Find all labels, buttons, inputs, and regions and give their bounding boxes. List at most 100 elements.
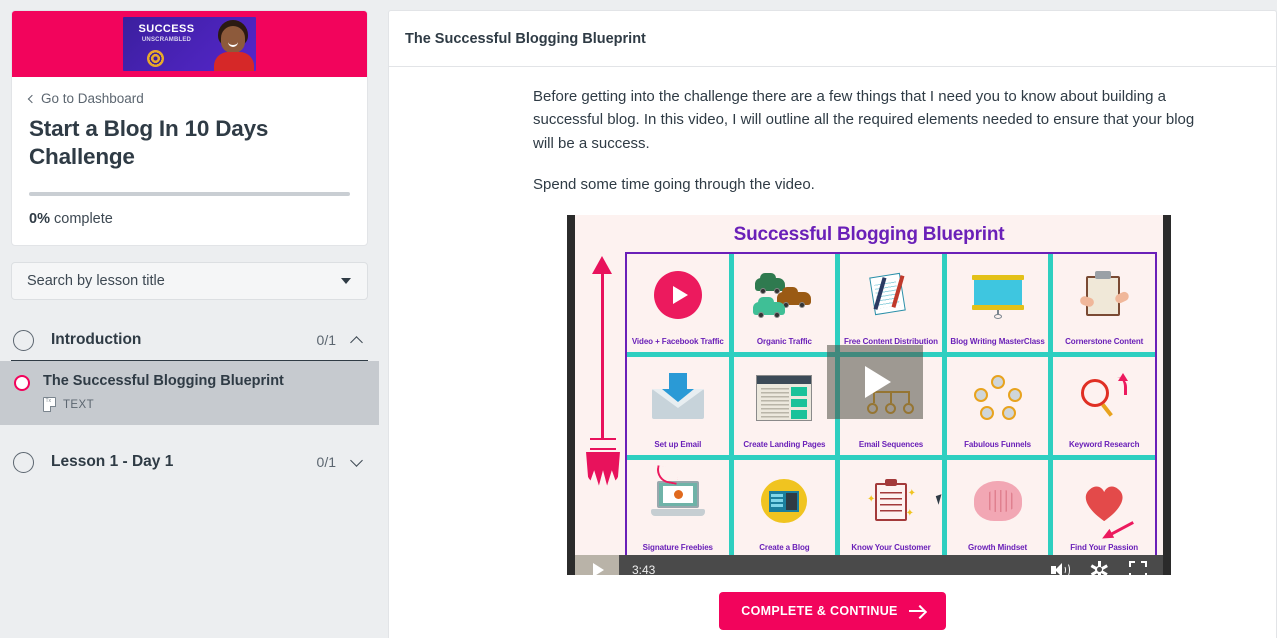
go-to-dashboard-link[interactable]: Go to Dashboard — [27, 91, 350, 106]
video-controls: 3:43 — [575, 554, 1163, 575]
browser-window-icon — [734, 357, 836, 440]
projector-screen-icon — [947, 254, 1049, 337]
laptop-icon — [627, 460, 729, 543]
video-time: 3:43 — [632, 562, 656, 575]
blueprint-cell: Create Landing Pages — [733, 356, 836, 455]
blueprint-cell: Video + Facebook Traffic — [627, 253, 729, 352]
heart-icon — [1053, 460, 1155, 543]
lesson-header: The Successful Blogging Blueprint — [389, 11, 1276, 67]
video-player[interactable]: Successful Blogging Blueprint Video + Fa… — [567, 214, 1171, 575]
sidebar-lesson-the-successful-blogging-blueprint[interactable]: The Successful Blogging Blueprint TEXT — [0, 360, 379, 426]
complete-button-label: COMPLETE & CONTINUE — [741, 604, 898, 618]
section-status-circle-icon — [13, 451, 34, 473]
lesson-text: Before getting into the challenge there … — [389, 85, 1276, 197]
cell-label: Cornerstone Content — [1065, 336, 1144, 346]
blueprint-cell: Set up Email — [627, 356, 729, 455]
lesson-meta: TEXT — [43, 397, 369, 413]
blueprint-cell: Free Content Distribution — [840, 253, 942, 352]
course-title: Start a Blog In 10 Days Challenge — [29, 116, 269, 170]
lesson-type-label: TEXT — [63, 398, 94, 411]
section-title: Introduction — [51, 331, 142, 349]
cars-icon — [734, 254, 836, 337]
brand-banner: SUCCESS UNSCRAMBLED — [12, 11, 367, 77]
cell-label: Video + Facebook Traffic — [631, 336, 724, 346]
volume-icon[interactable] — [1051, 561, 1070, 575]
course-card: SUCCESS UNSCRAMBLED Go to Dashboard Star… — [11, 10, 368, 246]
blueprint-cell: Find Your Passion — [1053, 459, 1155, 555]
logo-text-block: SUCCESS UNSCRAMBLED — [123, 17, 210, 71]
blueprint-cell: Organic Traffic — [733, 253, 836, 352]
cell-label: Know Your Customer — [851, 542, 931, 552]
lesson-card: The Successful Blogging Blueprint Before… — [388, 10, 1277, 638]
progress-percent: 0% — [29, 210, 50, 227]
section-status-circle-icon — [13, 329, 34, 351]
network-people-icon — [947, 357, 1049, 440]
complete-and-continue-button[interactable]: COMPLETE & CONTINUE — [719, 592, 946, 630]
blueprint-cell: Create a Blog — [733, 459, 836, 555]
course-card-body: Go to Dashboard Start a Blog In 10 Days … — [12, 77, 367, 245]
cell-label: Signature Freebies — [642, 542, 713, 552]
progress-bar — [29, 191, 350, 196]
cell-label: Email Sequences — [858, 439, 924, 449]
play-circle-icon — [627, 254, 729, 337]
blueprint-row: Video + Facebook Traffic Organic Traffic… — [627, 253, 1155, 352]
progress-complete-word: complete — [54, 210, 113, 227]
cell-label: Keyword Research — [1068, 439, 1140, 449]
go-to-dashboard-label: Go to Dashboard — [41, 91, 144, 106]
success-unscrambled-logo: SUCCESS UNSCRAMBLED — [123, 17, 256, 71]
play-button[interactable] — [575, 554, 619, 575]
blueprint-cell: Blog Writing MasterClass — [946, 253, 1049, 352]
blueprint-cell: Growth Mindset — [946, 459, 1049, 555]
fullscreen-icon[interactable] — [1129, 560, 1147, 575]
blueprint-cell: Keyword Research — [1053, 356, 1155, 455]
cell-label: Create a Blog — [759, 542, 810, 552]
checklist-icon: ✦ ✦ ✦ — [840, 460, 942, 543]
progress-label: 0% complete — [29, 211, 350, 227]
chevron-up-icon[interactable] — [350, 335, 363, 349]
section-progress-count: 0/1 — [316, 454, 336, 471]
cell-label: Blog Writing MasterClass — [950, 336, 1045, 346]
logo-line1: SUCCESS — [138, 23, 195, 35]
brain-icon — [947, 460, 1049, 543]
magnifier-icon — [1053, 357, 1155, 440]
sidebar-section-lesson-1-day-1[interactable]: Lesson 1 - Day 1 0/1 — [11, 442, 368, 482]
cell-label: Create Landing Pages — [743, 439, 826, 449]
section-title: Lesson 1 - Day 1 — [51, 453, 174, 471]
main-content: The Successful Blogging Blueprint Before… — [380, 0, 1277, 638]
arrow-right-icon — [908, 610, 924, 612]
monitor-circle-icon — [734, 460, 836, 543]
paragraph-2: Spend some time going through the video. — [533, 176, 815, 194]
lesson-status-circle-icon — [14, 374, 30, 391]
notepad-pencil-icon — [840, 254, 942, 337]
course-sections: Introduction 0/1 The Successful Blogging… — [0, 321, 379, 482]
cell-label: Find Your Passion — [1070, 542, 1139, 552]
paragraph-1: Before getting into the challenge there … — [533, 88, 1195, 152]
logo-line2: UNSCRAMBLED — [141, 37, 192, 43]
gear-icon[interactable] — [1090, 560, 1108, 575]
video-control-icons — [1051, 560, 1163, 575]
chevron-down-icon — [341, 277, 351, 284]
broom-arrow-graphic — [579, 252, 625, 555]
search-lesson-dropdown[interactable]: Search by lesson title — [11, 261, 368, 300]
blueprint-cell: Fabulous Funnels — [946, 356, 1049, 455]
page-title: The Successful Blogging Blueprint — [405, 30, 646, 47]
search-input[interactable]: Search by lesson title — [27, 273, 341, 289]
video-poster: Successful Blogging Blueprint Video + Fa… — [575, 214, 1163, 555]
blueprint-cell: ✦ ✦ ✦ Know Your Customer — [840, 459, 942, 555]
course-sidebar: SUCCESS UNSCRAMBLED Go to Dashboard Star… — [0, 0, 380, 638]
video-play-overlay[interactable] — [827, 344, 923, 419]
chevron-left-icon — [27, 94, 37, 103]
email-download-icon — [627, 357, 729, 440]
sidebar-section-introduction[interactable]: Introduction 0/1 — [11, 321, 368, 361]
chevron-down-icon[interactable] — [350, 453, 363, 467]
section-progress-count: 0/1 — [316, 332, 336, 349]
lesson-title: The Successful Blogging Blueprint — [43, 372, 284, 389]
blueprint-row: Signature Freebies Create a Blog ✦ ✦ ✦ K… — [627, 459, 1155, 555]
cell-label: Growth Mindset — [968, 542, 1028, 552]
target-icon — [147, 50, 164, 67]
cell-label: Organic Traffic — [756, 336, 812, 346]
lesson-footer: COMPLETE & CONTINUE — [389, 575, 1276, 638]
cell-label: Set up Email — [654, 439, 702, 449]
blueprint-cell: Signature Freebies — [627, 459, 729, 555]
text-document-icon — [43, 397, 56, 413]
